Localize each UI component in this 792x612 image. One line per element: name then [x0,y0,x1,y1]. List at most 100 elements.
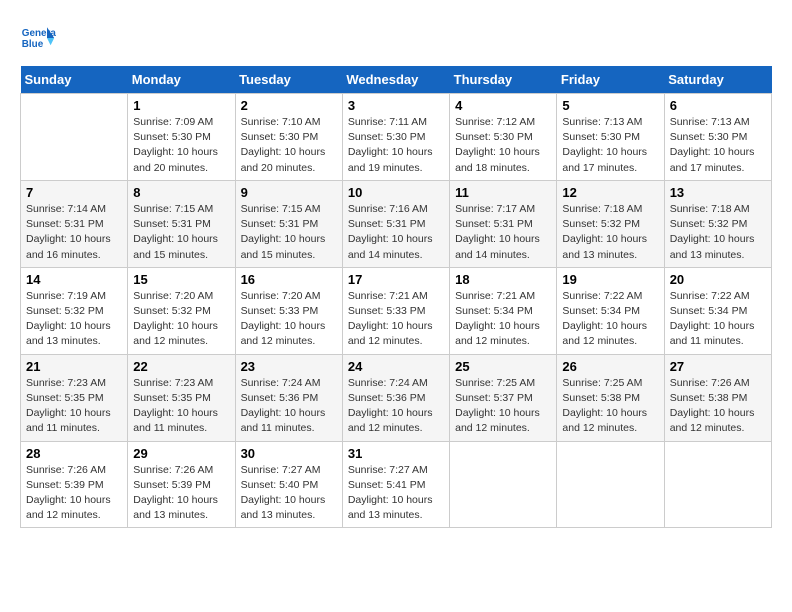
day-number: 25 [455,359,551,374]
calendar-cell: 3Sunrise: 7:11 AMSunset: 5:30 PMDaylight… [342,94,449,181]
calendar-cell: 4 Sunrise: 7:12 AMSunset: 5:30 PMDaylight… [450,94,557,181]
day-number: 17 [348,272,444,287]
calendar-cell: 27Sunrise: 7:26 AMSunset: 5:38 PMDayligh… [664,354,771,441]
weekday-header-thursday: Thursday [450,66,557,94]
day-info: Sunrise: 7:19 AMSunset: 5:32 PMDaylight:… [26,289,122,350]
day-info: Sunrise: 7:15 AMSunset: 5:31 PMDaylight:… [241,202,337,263]
calendar-cell [450,441,557,528]
day-info: Sunrise: 7:18 AMSunset: 5:32 PMDaylight:… [670,202,766,263]
calendar-cell: 17 Sunrise: 7:21 AMSunset: 5:33 PMDayligh… [342,267,449,354]
day-number: 3 [348,98,444,113]
day-number: 26 [562,359,658,374]
calendar-cell: 10 Sunrise: 7:16 AMSunset: 5:31 PMDayligh… [342,180,449,267]
weekday-header-monday: Monday [128,66,235,94]
weekday-header-sunday: Sunday [21,66,128,94]
day-info: Sunrise: 7:12 AMSunset: 5:30 PMDaylight:… [455,115,551,176]
day-number: 14 [26,272,122,287]
calendar-cell: 11 Sunrise: 7:17 AMSunset: 5:31 PMDayligh… [450,180,557,267]
day-number: 18 [455,272,551,287]
day-number: 2 [241,98,337,113]
page-header: General Blue [20,20,772,56]
day-info: Sunrise: 7:15 AMSunset: 5:31 PMDaylight:… [133,202,229,263]
weekday-header-tuesday: Tuesday [235,66,342,94]
calendar-cell: 16 Sunrise: 7:20 AMSunset: 5:33 PMDayligh… [235,267,342,354]
day-info: Sunrise: 7:16 AMSunset: 5:31 PMDaylight:… [348,202,444,263]
day-number: 28 [26,446,122,461]
day-info: Sunrise: 7:09 AMSunset: 5:30 PMDaylight:… [133,115,229,176]
calendar-cell: 30 Sunrise: 7:27 AMSunset: 5:40 PMDayligh… [235,441,342,528]
day-info: Sunrise: 7:20 AMSunset: 5:32 PMDaylight:… [133,289,229,350]
day-number: 16 [241,272,337,287]
calendar-cell: 18 Sunrise: 7:21 AMSunset: 5:34 PMDayligh… [450,267,557,354]
day-number: 20 [670,272,766,287]
day-info: Sunrise: 7:21 AMSunset: 5:34 PMDaylight:… [455,289,551,350]
day-number: 21 [26,359,122,374]
day-number: 31 [348,446,444,461]
day-number: 13 [670,185,766,200]
day-info: Sunrise: 7:25 AMSunset: 5:38 PMDaylight:… [562,376,658,437]
day-number: 27 [670,359,766,374]
day-info: Sunrise: 7:27 AMSunset: 5:41 PMDaylight:… [348,463,444,524]
calendar-cell: 20 Sunrise: 7:22 AMSunset: 5:34 PMDayligh… [664,267,771,354]
day-info: Sunrise: 7:13 AMSunset: 5:30 PMDaylight:… [562,115,658,176]
calendar-cell: 31 Sunrise: 7:27 AMSunset: 5:41 PMDayligh… [342,441,449,528]
day-number: 24 [348,359,444,374]
day-info: Sunrise: 7:22 AMSunset: 5:34 PMDaylight:… [670,289,766,350]
weekday-header-friday: Friday [557,66,664,94]
day-info: Sunrise: 7:17 AMSunset: 5:31 PMDaylight:… [455,202,551,263]
calendar-cell: 12 Sunrise: 7:18 AMSunset: 5:32 PMDayligh… [557,180,664,267]
day-number: 4 [455,98,551,113]
day-number: 7 [26,185,122,200]
calendar-cell: 1 Sunrise: 7:09 AMSunset: 5:30 PMDaylight… [128,94,235,181]
week-row-5: 28 Sunrise: 7:26 AMSunset: 5:39 PMDayligh… [21,441,772,528]
day-number: 12 [562,185,658,200]
calendar-cell: 14 Sunrise: 7:19 AMSunset: 5:32 PMDayligh… [21,267,128,354]
weekday-header-saturday: Saturday [664,66,771,94]
weekday-header-wednesday: Wednesday [342,66,449,94]
calendar-cell: 5Sunrise: 7:13 AMSunset: 5:30 PMDaylight… [557,94,664,181]
week-row-1: 1 Sunrise: 7:09 AMSunset: 5:30 PMDaylight… [21,94,772,181]
day-info: Sunrise: 7:26 AMSunset: 5:39 PMDaylight:… [26,463,122,524]
day-number: 29 [133,446,229,461]
week-row-4: 21 Sunrise: 7:23 AMSunset: 5:35 PMDayligh… [21,354,772,441]
calendar-cell: 29 Sunrise: 7:26 AMSunset: 5:39 PMDayligh… [128,441,235,528]
day-info: Sunrise: 7:23 AMSunset: 5:35 PMDaylight:… [133,376,229,437]
day-info: Sunrise: 7:24 AMSunset: 5:36 PMDaylight:… [241,376,337,437]
calendar-cell: 15Sunrise: 7:20 AMSunset: 5:32 PMDayligh… [128,267,235,354]
day-info: Sunrise: 7:27 AMSunset: 5:40 PMDaylight:… [241,463,337,524]
day-number: 30 [241,446,337,461]
day-number: 6 [670,98,766,113]
day-info: Sunrise: 7:21 AMSunset: 5:33 PMDaylight:… [348,289,444,350]
day-number: 11 [455,185,551,200]
calendar-cell [664,441,771,528]
calendar-cell: 23 Sunrise: 7:24 AMSunset: 5:36 PMDayligh… [235,354,342,441]
calendar-cell [557,441,664,528]
week-row-3: 14 Sunrise: 7:19 AMSunset: 5:32 PMDayligh… [21,267,772,354]
day-info: Sunrise: 7:25 AMSunset: 5:37 PMDaylight:… [455,376,551,437]
day-number: 1 [133,98,229,113]
logo-icon: General Blue [20,20,56,56]
day-number: 23 [241,359,337,374]
day-info: Sunrise: 7:24 AMSunset: 5:36 PMDaylight:… [348,376,444,437]
day-number: 10 [348,185,444,200]
day-info: Sunrise: 7:22 AMSunset: 5:34 PMDaylight:… [562,289,658,350]
calendar-cell: 21 Sunrise: 7:23 AMSunset: 5:35 PMDayligh… [21,354,128,441]
day-info: Sunrise: 7:18 AMSunset: 5:32 PMDaylight:… [562,202,658,263]
calendar-cell: 22 Sunrise: 7:23 AMSunset: 5:35 PMDayligh… [128,354,235,441]
calendar-cell: 19Sunrise: 7:22 AMSunset: 5:34 PMDayligh… [557,267,664,354]
day-info: Sunrise: 7:23 AMSunset: 5:35 PMDaylight:… [26,376,122,437]
calendar-cell: 24 Sunrise: 7:24 AMSunset: 5:36 PMDayligh… [342,354,449,441]
calendar-cell: 25 Sunrise: 7:25 AMSunset: 5:37 PMDayligh… [450,354,557,441]
day-info: Sunrise: 7:10 AMSunset: 5:30 PMDaylight:… [241,115,337,176]
day-number: 22 [133,359,229,374]
calendar-cell [21,94,128,181]
calendar-cell: 28 Sunrise: 7:26 AMSunset: 5:39 PMDayligh… [21,441,128,528]
day-info: Sunrise: 7:20 AMSunset: 5:33 PMDaylight:… [241,289,337,350]
day-number: 9 [241,185,337,200]
calendar-cell: 9 Sunrise: 7:15 AMSunset: 5:31 PMDaylight… [235,180,342,267]
day-info: Sunrise: 7:26 AMSunset: 5:39 PMDaylight:… [133,463,229,524]
logo: General Blue [20,20,56,56]
week-row-2: 7Sunrise: 7:14 AMSunset: 5:31 PMDaylight… [21,180,772,267]
weekday-header-row: SundayMondayTuesdayWednesdayThursdayFrid… [21,66,772,94]
day-number: 8 [133,185,229,200]
